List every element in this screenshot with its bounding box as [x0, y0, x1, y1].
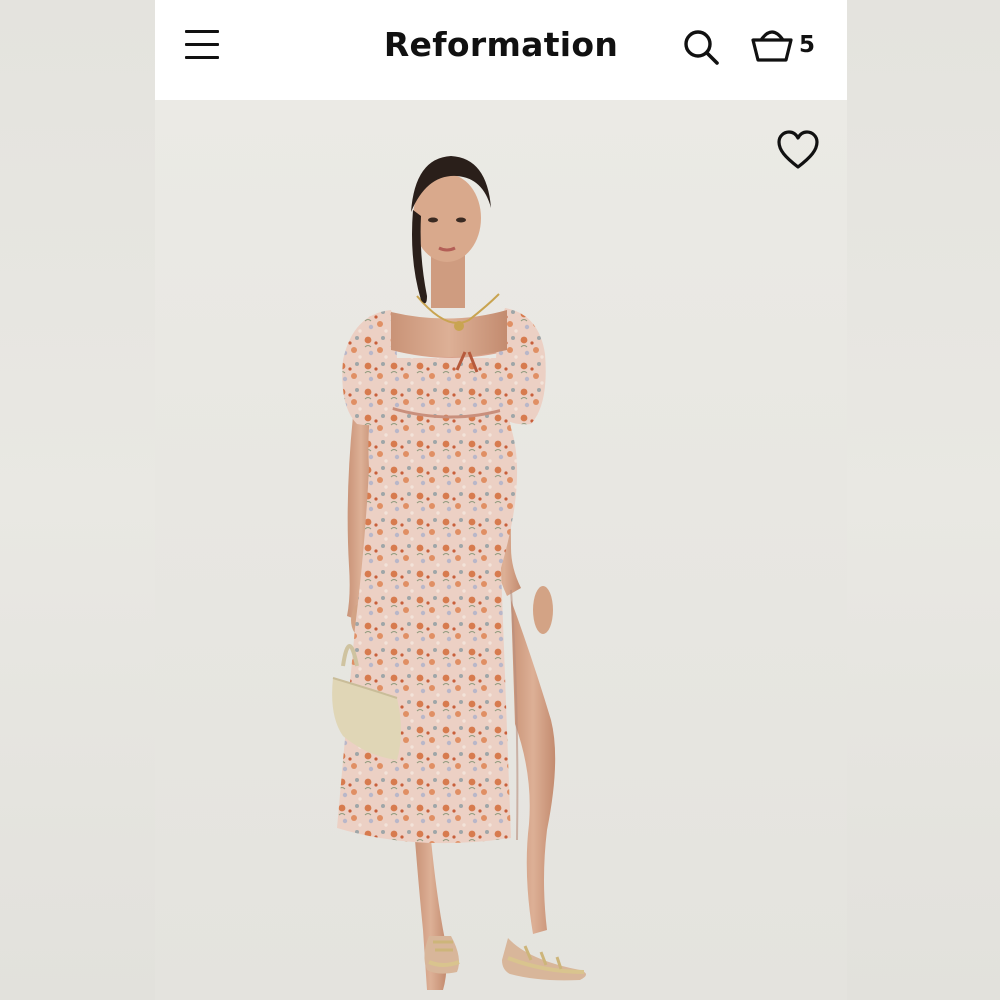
right-background-edge: [847, 0, 1000, 1000]
left-background-edge: [0, 0, 155, 1000]
site-header: Reformation 5: [155, 0, 847, 100]
mobile-page: Reformation 5: [155, 0, 847, 1000]
search-icon[interactable]: [682, 28, 722, 68]
product-photo[interactable]: [155, 100, 847, 1000]
basket-icon: [751, 30, 793, 62]
cart-button[interactable]: 5: [749, 24, 821, 68]
brand-logo[interactable]: Reformation: [155, 25, 847, 64]
model-illustration: [155, 100, 847, 1000]
cart-count-badge: 5: [799, 32, 816, 58]
heart-outline-icon[interactable]: [775, 129, 821, 173]
